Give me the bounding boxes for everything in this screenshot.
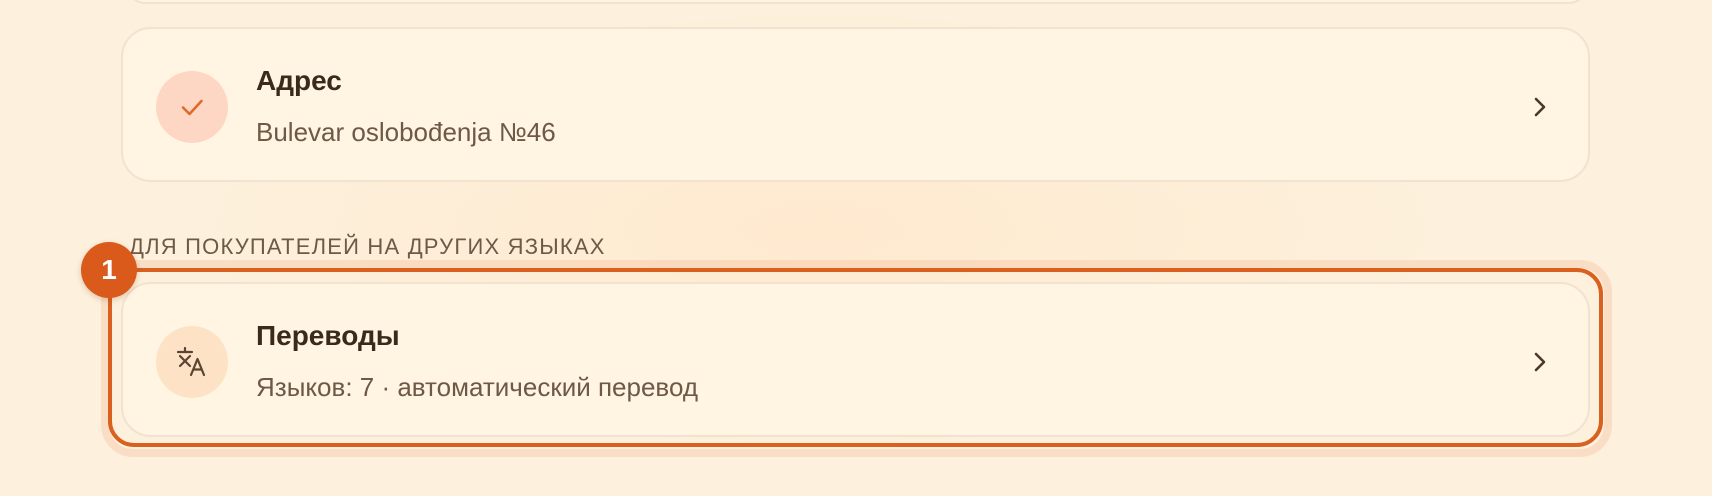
chevron-right-icon	[1534, 352, 1546, 372]
translations-card[interactable]: Переводы Языков: 7 · автоматический пере…	[121, 282, 1590, 437]
address-value: Bulevar oslobođenja №46	[256, 117, 556, 147]
address-card[interactable]: Адрес Bulevar oslobođenja №46	[121, 27, 1590, 182]
previous-card[interactable]	[124, 0, 1590, 4]
address-status-badge	[156, 71, 228, 143]
translate-badge	[156, 326, 228, 398]
check-icon	[181, 99, 203, 116]
translations-title: Переводы	[256, 320, 400, 351]
translations-summary: Языков: 7 · автоматический перевод	[256, 372, 698, 402]
step-number-badge: 1	[81, 242, 137, 298]
chevron-right-icon	[1534, 97, 1546, 117]
section-heading: ДЛЯ ПОКУПАТЕЛЕЙ НА ДРУГИХ ЯЗЫКАХ	[129, 234, 606, 259]
translate-icon	[176, 346, 206, 377]
address-title: Адрес	[256, 65, 342, 96]
